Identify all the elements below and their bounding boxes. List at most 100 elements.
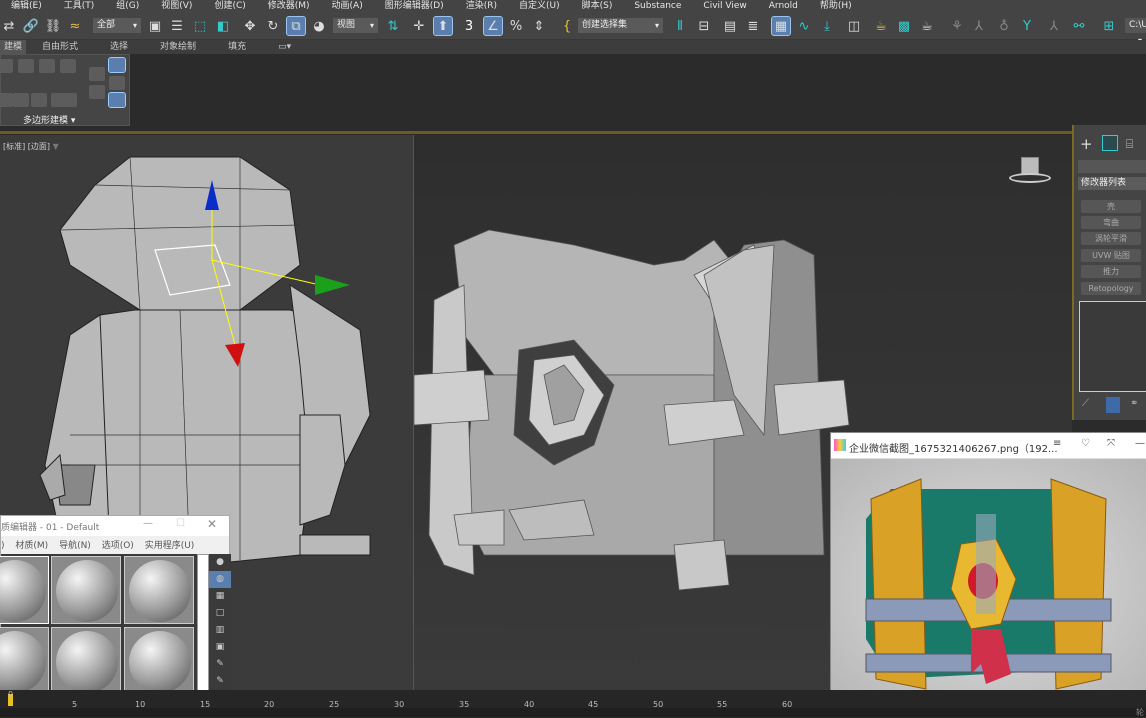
material-editor-icon[interactable]: ◫ bbox=[845, 17, 863, 35]
pin-stack-icon[interactable]: ⟋ bbox=[1082, 398, 1089, 409]
menu-views[interactable]: 视图(V) bbox=[150, 0, 203, 13]
pose-icon[interactable]: ⚯ bbox=[1070, 17, 1088, 35]
menu-create[interactable]: 创建(C) bbox=[203, 0, 256, 13]
modifier-stack[interactable] bbox=[1079, 301, 1146, 392]
tab-freeform[interactable]: 自由形式 bbox=[26, 40, 94, 54]
modifier-button-shell[interactable]: 壳 bbox=[1081, 200, 1141, 213]
ribbon-tool-icon[interactable] bbox=[13, 93, 29, 107]
modifier-button-retopology[interactable]: Retopology bbox=[1081, 282, 1141, 295]
modify-tab-icon[interactable] bbox=[1102, 135, 1118, 151]
ribbon-tool-icon[interactable] bbox=[51, 93, 77, 107]
ribbon-toggle-icon[interactable]: ▦ bbox=[771, 16, 791, 36]
sample-uv-icon[interactable]: □ bbox=[209, 605, 231, 622]
curve-editor-icon[interactable]: ∿ bbox=[795, 17, 813, 35]
schematic-view-icon[interactable]: ⤓ bbox=[818, 17, 836, 35]
select-by-name-icon[interactable]: ☰ bbox=[168, 17, 186, 35]
menu-tools[interactable]: 工具(T) bbox=[53, 0, 106, 13]
viewcube-icon[interactable] bbox=[1009, 157, 1051, 187]
viewport-label[interactable]: [标准] [边面] ▼ bbox=[3, 141, 59, 152]
video-color-icon[interactable]: ▥ bbox=[209, 622, 231, 639]
ik-icon[interactable]: ♁ bbox=[995, 17, 1013, 35]
layer-explorer-icon[interactable]: ≣ bbox=[744, 17, 762, 35]
ribbon-tool-icon[interactable] bbox=[108, 57, 126, 73]
unlink-icon[interactable]: ⛓ bbox=[44, 17, 62, 35]
options-icon[interactable]: ✎ bbox=[209, 656, 231, 673]
rectangular-selection-icon[interactable]: ⬚ bbox=[191, 17, 209, 35]
ribbon-tool-icon[interactable] bbox=[89, 67, 105, 81]
sample-type-icon[interactable]: ● bbox=[209, 554, 231, 571]
link-icon[interactable]: 🔗 bbox=[22, 17, 40, 35]
tab-modeling[interactable]: 建模 bbox=[0, 40, 27, 54]
select-object-icon[interactable]: ▣ bbox=[146, 17, 164, 35]
modifier-button-push[interactable]: 推力 bbox=[1081, 265, 1141, 278]
menu-scripting[interactable]: 脚本(S) bbox=[571, 0, 624, 13]
menu-help[interactable]: 帮助(H) bbox=[809, 0, 863, 13]
render-setup-icon[interactable]: ☕ bbox=[872, 17, 890, 35]
modifier-list-dropdown[interactable]: 修改器列表 bbox=[1078, 177, 1146, 190]
ribbon-tool-icon[interactable] bbox=[0, 59, 13, 73]
menu-options[interactable]: 选项(O) bbox=[102, 541, 134, 551]
angle-snap-icon[interactable]: ∠ bbox=[483, 16, 503, 36]
ribbon-tool-icon[interactable] bbox=[109, 76, 125, 90]
menu-navigation[interactable]: 导航(N) bbox=[59, 541, 91, 551]
maximize-button[interactable]: ☐ bbox=[176, 518, 185, 529]
tab-populate[interactable]: 填充 bbox=[212, 40, 262, 54]
menu-group[interactable]: 组(G) bbox=[105, 0, 150, 13]
ribbon-tool-icon[interactable] bbox=[89, 85, 105, 99]
ribbon-tool-icon[interactable] bbox=[108, 92, 126, 108]
material-slot[interactable] bbox=[124, 627, 194, 695]
scene-explorer-icon[interactable]: ▤ bbox=[721, 17, 739, 35]
bone-icon[interactable]: ⅄ bbox=[970, 17, 988, 35]
move-icon[interactable]: ✥ bbox=[241, 17, 259, 35]
slots-scrollbar[interactable] bbox=[197, 554, 209, 698]
object-name-field[interactable] bbox=[1078, 160, 1146, 173]
close-button[interactable]: ✕ bbox=[207, 517, 217, 531]
background-icon[interactable]: ▦ bbox=[209, 588, 231, 605]
pin-icon[interactable]: ♡ bbox=[1081, 438, 1090, 449]
project-path[interactable]: C:\U bbox=[1125, 18, 1146, 48]
menu-customize[interactable]: 自定义(U) bbox=[508, 0, 571, 13]
tab-object-paint[interactable]: 对象绘制 bbox=[144, 40, 212, 54]
select-manipulate-icon[interactable]: ✛ bbox=[410, 17, 428, 35]
menu-icon[interactable]: ≡ bbox=[1053, 438, 1061, 449]
menu-arnold[interactable]: Arnold bbox=[758, 0, 809, 13]
menu-material[interactable]: 材质(M) bbox=[15, 541, 48, 551]
reference-coord-dropdown[interactable]: 视图 bbox=[333, 18, 378, 33]
minimize-button[interactable]: — bbox=[1135, 438, 1145, 449]
menu-rendering[interactable]: 渲染(R) bbox=[455, 0, 508, 13]
make-preview-icon[interactable]: ▣ bbox=[209, 639, 231, 656]
align-icon[interactable]: ⊟ bbox=[695, 17, 713, 35]
menu-graph-editors[interactable]: 图形编辑器(D) bbox=[374, 0, 455, 13]
window-crossing-icon[interactable]: ◧ bbox=[214, 17, 232, 35]
biped-icon[interactable]: ⚘ bbox=[948, 17, 966, 35]
make-unique-icon[interactable]: ⚭ bbox=[1130, 398, 1138, 409]
material-slot[interactable] bbox=[0, 627, 49, 695]
select-by-material-icon[interactable]: ✎ bbox=[209, 673, 231, 690]
material-slot[interactable] bbox=[0, 556, 49, 624]
character-icon[interactable]: ⊞ bbox=[1100, 17, 1118, 35]
selection-filter-dropdown[interactable]: 全部 bbox=[93, 18, 141, 33]
menu-modifiers[interactable]: 修改器(M) bbox=[257, 0, 321, 13]
pivot-center-icon[interactable]: ⇅ bbox=[384, 17, 402, 35]
ribbon-tool-icon[interactable] bbox=[60, 59, 76, 73]
hierarchy-tab-icon[interactable]: ⌸ bbox=[1126, 137, 1133, 152]
backlight-icon[interactable]: ◍ bbox=[209, 571, 231, 588]
modifier-button-uvw-map[interactable]: UVW 贴图 bbox=[1081, 249, 1141, 262]
material-slot[interactable] bbox=[124, 556, 194, 624]
ribbon-tool-icon[interactable] bbox=[39, 59, 55, 73]
placement-icon[interactable]: ◕ bbox=[310, 17, 328, 35]
tab-selection[interactable]: 选择 bbox=[94, 40, 144, 54]
modifier-button-bend[interactable]: 弯曲 bbox=[1081, 216, 1141, 229]
show-end-result-icon[interactable] bbox=[1106, 397, 1120, 413]
menu-utilities[interactable]: 实用程序(U) bbox=[145, 541, 195, 551]
render-production-icon[interactable]: ☕ bbox=[918, 17, 936, 35]
mirror-icon[interactable]: ⫴ bbox=[671, 17, 689, 35]
menu-substance[interactable]: Substance bbox=[623, 0, 692, 13]
ribbon-tool-icon[interactable] bbox=[18, 59, 34, 73]
modifier-button-turbosmooth[interactable]: 涡轮平滑 bbox=[1081, 232, 1141, 245]
fullscreen-icon[interactable]: ⤧ bbox=[1107, 438, 1115, 449]
snap-3d-icon[interactable]: 3 bbox=[460, 17, 478, 35]
filter-icon[interactable]: ▼ bbox=[53, 142, 59, 151]
material-slot[interactable] bbox=[51, 627, 121, 695]
menu-edit[interactable]: 编辑(E) bbox=[0, 0, 53, 13]
